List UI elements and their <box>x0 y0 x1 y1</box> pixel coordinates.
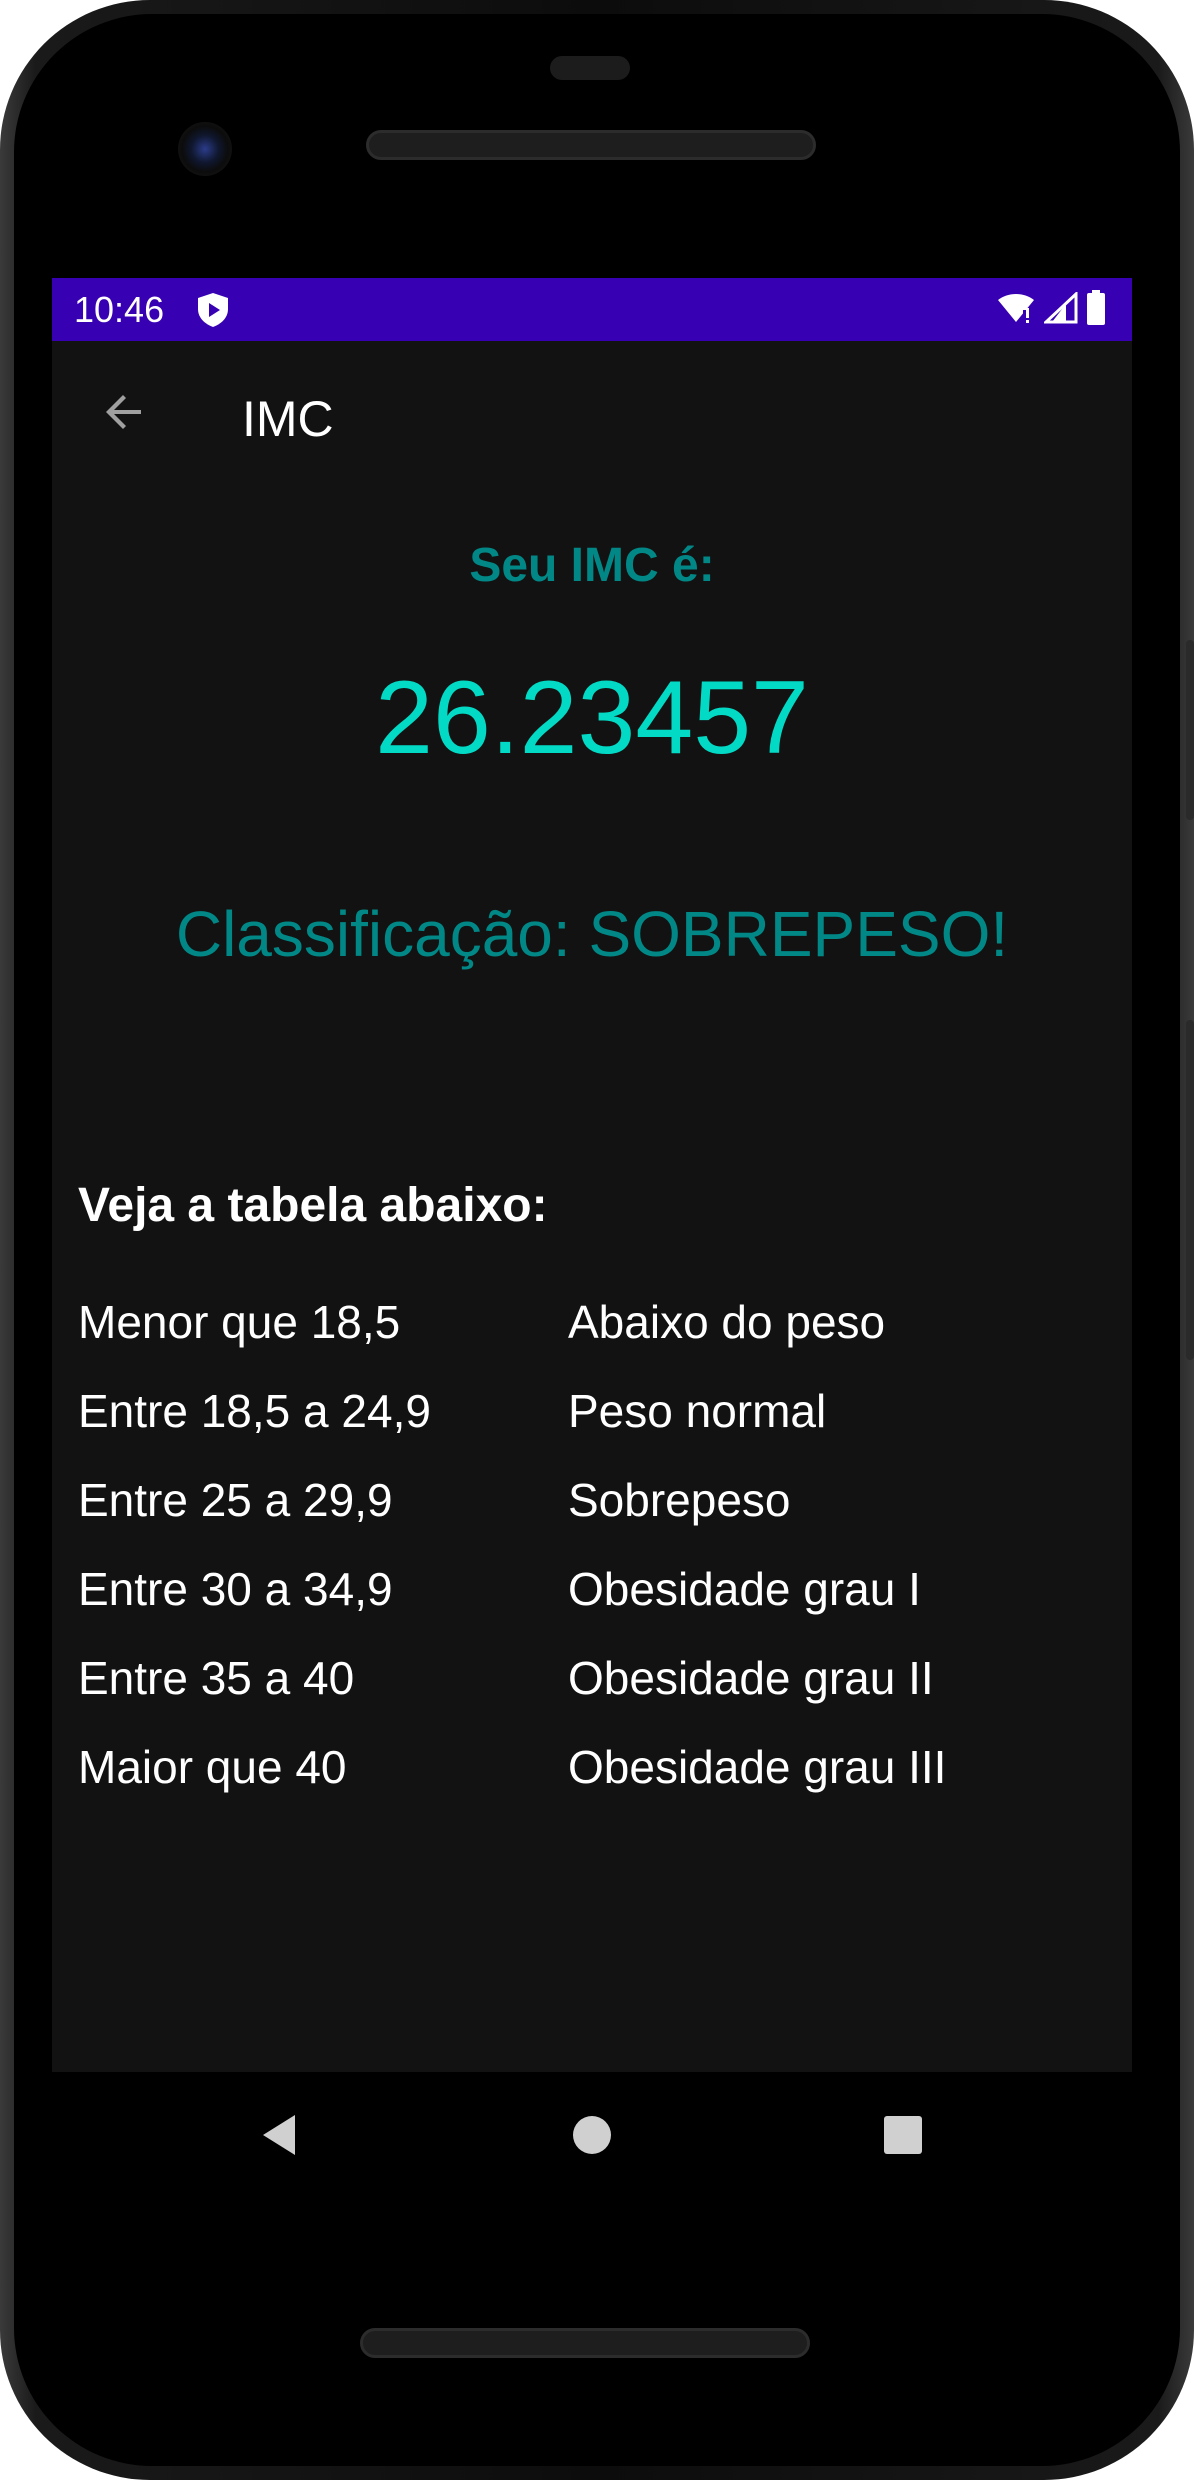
front-camera <box>178 122 232 176</box>
table-title: Veja a tabela abaixo: <box>78 1179 548 1232</box>
imc-label: Seu IMC é: <box>469 539 715 592</box>
volume-button <box>1186 1020 1194 1360</box>
nav-home-button[interactable] <box>561 2106 623 2168</box>
table-cell-range: Entre 25 a 29,9 <box>78 1474 393 1526</box>
imc-value: 26.23457 <box>375 660 809 776</box>
status-icons <box>996 289 1106 331</box>
battery-icon <box>1086 289 1106 331</box>
table-row: Entre 18,5 a 24,9 Peso normal <box>78 1381 1108 1441</box>
screen: 10:46 IMC Seu IMC é: 26.23457 Classifica… <box>52 278 1132 2072</box>
status-bar: 10:46 <box>52 278 1132 341</box>
status-time: 10:46 <box>74 289 165 330</box>
table-cell-range: Entre 35 a 40 <box>78 1652 355 1704</box>
table-cell-range: Entre 30 a 34,9 <box>78 1563 393 1615</box>
table-cell-category: Obesidade grau III <box>568 1741 947 1793</box>
nav-recents-button[interactable] <box>872 2106 934 2168</box>
bottom-speaker-grille <box>360 2328 810 2358</box>
table-row: Maior que 40 Obesidade grau III <box>78 1737 1108 1797</box>
phone-frame: 10:46 IMC Seu IMC é: 26.23457 Classifica… <box>0 0 1194 2480</box>
table-row: Entre 30 a 34,9 Obesidade grau I <box>78 1559 1108 1619</box>
table-cell-category: Obesidade grau I <box>568 1563 921 1615</box>
app-bar: IMC <box>52 341 1132 488</box>
page-title: IMC <box>242 391 334 447</box>
table-cell-category: Abaixo do peso <box>568 1296 886 1348</box>
table-cell-range: Entre 18,5 a 24,9 <box>78 1385 431 1437</box>
shield-play-icon <box>196 292 230 328</box>
table-cell-category: Sobrepeso <box>568 1474 791 1526</box>
wifi-icon <box>996 292 1036 329</box>
table-cell-category: Obesidade grau II <box>568 1652 934 1704</box>
table-cell-range: Menor que 18,5 <box>78 1296 401 1348</box>
earpiece-notch <box>550 56 630 80</box>
cell-signal-icon <box>1042 290 1078 329</box>
table-cell-category: Peso normal <box>568 1385 827 1437</box>
table-row: Entre 25 a 29,9 Sobrepeso <box>78 1470 1108 1530</box>
power-button <box>1186 640 1194 820</box>
navigation-bar <box>52 2072 1132 2202</box>
table-row: Menor que 18,5 Abaixo do peso <box>78 1292 1108 1352</box>
nav-recents-square-icon <box>883 2115 923 2160</box>
classification-text: Classificação: SOBREPESO! <box>175 898 1009 970</box>
nav-home-circle-icon <box>571 2114 613 2161</box>
arrow-back-icon <box>101 388 149 441</box>
table-cell-range: Maior que 40 <box>78 1741 347 1793</box>
top-speaker-grille <box>366 130 816 160</box>
table-row: Entre 35 a 40 Obesidade grau II <box>78 1648 1108 1708</box>
nav-back-button[interactable] <box>248 2106 310 2168</box>
nav-back-triangle-icon <box>259 2113 299 2162</box>
back-button[interactable] <box>92 381 158 447</box>
